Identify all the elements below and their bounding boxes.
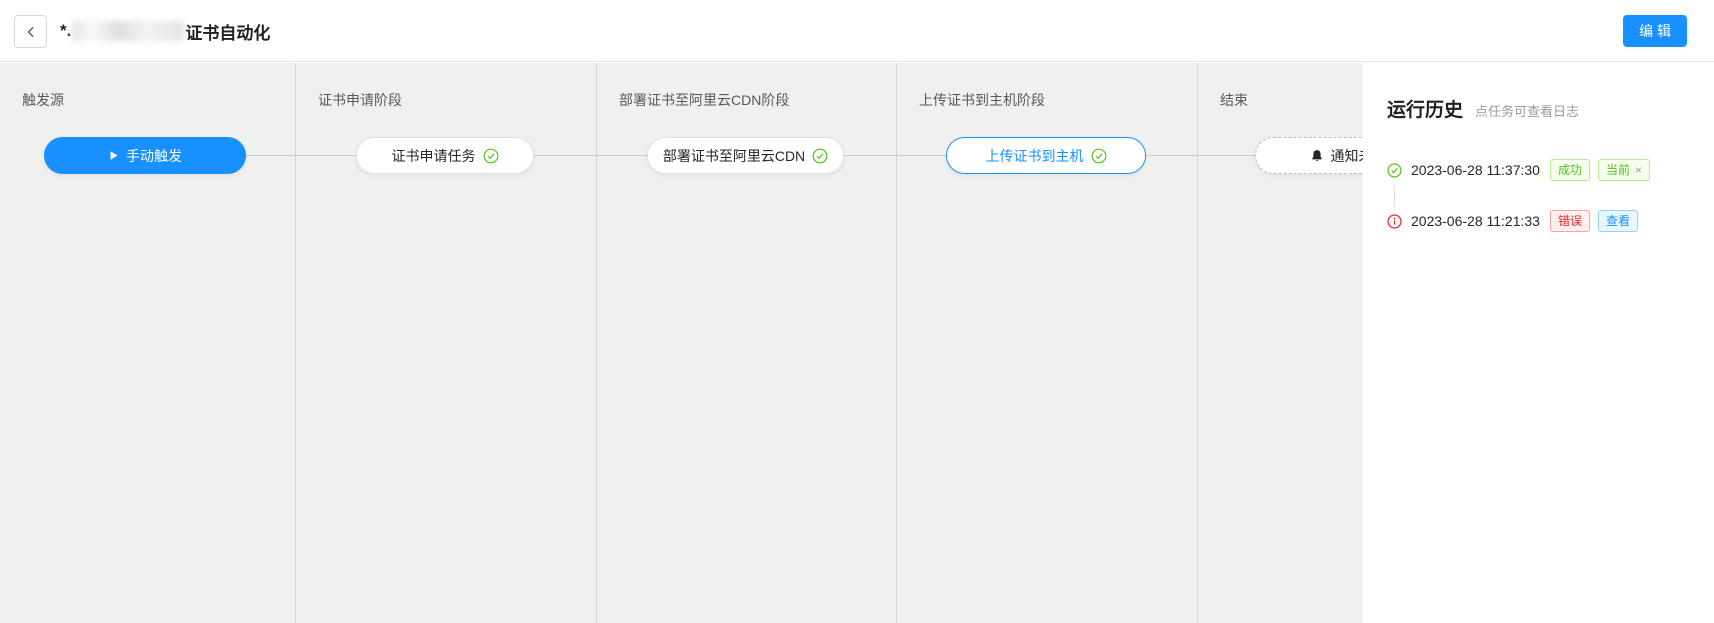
check-circle-icon <box>483 148 499 164</box>
info-circle-icon <box>1387 214 1402 229</box>
panel-title: 运行历史 <box>1387 95 1463 122</box>
check-circle-icon <box>1387 163 1402 178</box>
chevron-left-icon <box>25 26 37 38</box>
task-node-cert-apply[interactable]: 证书申请任务 <box>356 137 534 174</box>
node-label: 手动触发 <box>126 146 182 166</box>
current-tag-label: 当前 <box>1606 163 1630 177</box>
current-tag: 当前 × <box>1598 159 1650 181</box>
run-row[interactable]: 2023-06-28 11:37:30 成功 当前 × <box>1387 158 1714 182</box>
stage-label: 上传证书到主机阶段 <box>897 63 1197 110</box>
stage-label: 触发源 <box>0 63 295 110</box>
stage-label: 部署证书至阿里云CDN阶段 <box>597 63 896 110</box>
check-circle-icon <box>1091 148 1107 164</box>
page-title-prefix: *. <box>60 21 71 41</box>
edit-button[interactable]: 编 辑 <box>1623 15 1687 47</box>
stage-label: 证书申请阶段 <box>296 63 596 110</box>
status-tag-success: 成功 <box>1550 159 1590 181</box>
node-label: 部署证书至阿里云CDN <box>663 146 805 166</box>
page-title-suffix: 证书自动化 <box>185 19 270 44</box>
run-list: 2023-06-28 11:37:30 成功 当前 × 2023-06-28 11… <box>1387 158 1714 233</box>
manual-trigger-button[interactable]: 手动触发 <box>44 137 246 174</box>
page-title: *. 证书自动化 <box>60 0 270 62</box>
task-node-deploy-cdn[interactable]: 部署证书至阿里云CDN <box>647 137 844 174</box>
bell-icon <box>1310 149 1324 163</box>
back-button[interactable] <box>14 15 47 48</box>
close-icon[interactable]: × <box>1635 163 1642 177</box>
page-header: *. 证书自动化 编 辑 <box>0 0 1714 62</box>
node-label: 证书申请任务 <box>392 146 476 166</box>
run-row[interactable]: 2023-06-28 11:21:33 错误 查看 <box>1387 209 1714 233</box>
run-history-panel: 运行历史 点任务可查看日志 2023-06-28 11:37:30 成功 当前 ×… <box>1363 63 1714 623</box>
redacted-domain <box>72 21 184 41</box>
panel-header: 运行历史 点任务可查看日志 <box>1387 95 1714 122</box>
run-time: 2023-06-28 11:21:33 <box>1411 213 1540 229</box>
check-circle-icon <box>812 148 828 164</box>
view-log-tag[interactable]: 查看 <box>1598 210 1638 232</box>
node-label: 上传证书到主机 <box>986 146 1084 166</box>
panel-subtitle: 点任务可查看日志 <box>1475 101 1579 120</box>
run-time: 2023-06-28 11:37:30 <box>1411 162 1540 178</box>
timeline-line <box>1394 185 1395 207</box>
play-icon <box>108 150 119 161</box>
status-tag-error: 错误 <box>1550 210 1590 232</box>
task-node-upload-host[interactable]: 上传证书到主机 <box>946 137 1146 174</box>
